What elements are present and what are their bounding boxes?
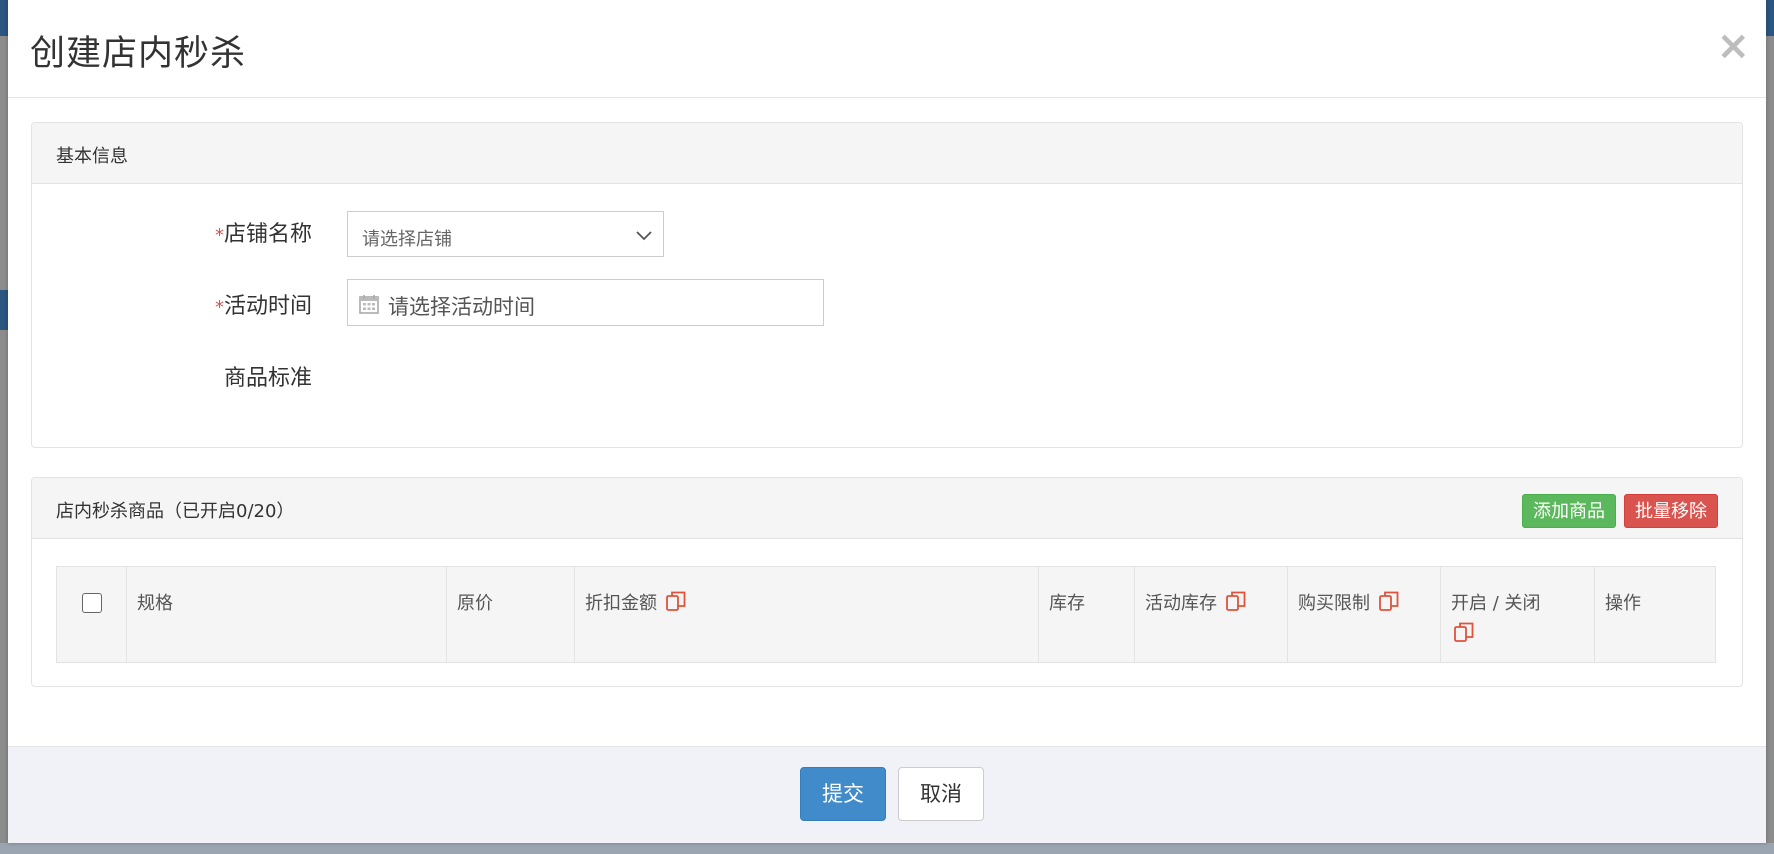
background-table-edge xyxy=(0,843,1774,854)
background-bar xyxy=(0,290,8,330)
basic-info-body: *店铺名称 请选择店铺 *活动时间 请选择活动时间 商品标准 xyxy=(32,183,1742,447)
column-spec: 规格 xyxy=(126,566,447,663)
add-goods-button[interactable]: 添加商品 xyxy=(1522,494,1616,528)
chevron-down-icon xyxy=(636,231,652,241)
cancel-button[interactable]: 取消 xyxy=(898,767,984,821)
basic-info-title: 基本信息 xyxy=(56,146,128,167)
goods-table-header-row: 规格 原价 折扣金额 库存 活动库存 购买限制 开启 / 关闭 操作 xyxy=(56,566,1716,663)
activity-time-placeholder: 请选择活动时间 xyxy=(388,295,535,319)
basic-info-panel: 基本信息 *店铺名称 请选择店铺 *活动时间 请选择活动时间 商品标准 xyxy=(31,122,1743,448)
modal-header: 创建店内秒杀 × xyxy=(8,0,1766,98)
required-mark: * xyxy=(214,297,224,318)
required-mark: * xyxy=(214,225,224,246)
standard-label: 商品标准 xyxy=(223,366,312,391)
column-toggle-label: 开启 / 关闭 xyxy=(1451,593,1541,614)
copy-icon[interactable] xyxy=(1378,590,1400,612)
column-toggle: 开启 / 关闭 xyxy=(1440,566,1595,663)
column-discount-amount-label: 折扣金额 xyxy=(585,593,657,614)
store-label-text: 店铺名称 xyxy=(223,222,312,247)
copy-icon[interactable] xyxy=(1453,621,1475,643)
copy-icon[interactable] xyxy=(665,590,687,612)
basic-info-panel-header: 基本信息 xyxy=(32,123,1742,184)
column-purchase-limit-label: 购买限制 xyxy=(1298,593,1370,614)
select-all-checkbox[interactable] xyxy=(82,593,102,613)
column-activity-stock-label: 活动库存 xyxy=(1145,593,1217,614)
column-purchase-limit: 购买限制 xyxy=(1287,566,1441,663)
copy-icon[interactable] xyxy=(1225,590,1247,612)
column-stock: 库存 xyxy=(1038,566,1135,663)
calendar-icon xyxy=(359,295,379,314)
column-original-price: 原价 xyxy=(446,566,575,663)
batch-remove-button[interactable]: 批量移除 xyxy=(1624,494,1718,528)
goods-table: 规格 原价 折扣金额 库存 活动库存 购买限制 开启 / 关闭 操作 xyxy=(56,566,1716,663)
activity-time-input[interactable]: 请选择活动时间 xyxy=(347,279,824,326)
close-icon[interactable]: × xyxy=(1716,26,1750,66)
time-label-text: 活动时间 xyxy=(223,294,312,319)
background-header-right xyxy=(1766,0,1774,36)
goods-panel-title: 店内秒杀商品（已开启0/20） xyxy=(56,501,295,522)
store-label: *店铺名称 xyxy=(32,216,312,248)
column-discount-amount: 折扣金额 xyxy=(574,566,1039,663)
column-activity-stock: 活动库存 xyxy=(1134,566,1288,663)
time-label: *活动时间 xyxy=(32,288,312,320)
modal-title: 创建店内秒杀 xyxy=(30,34,247,74)
background-header xyxy=(0,0,8,36)
submit-button[interactable]: 提交 xyxy=(800,767,886,821)
column-actions: 操作 xyxy=(1605,593,1641,614)
select-all-cell xyxy=(56,566,127,663)
create-flash-sale-modal: 创建店内秒杀 × 基本信息 *店铺名称 请选择店铺 *活动时间 请选择活动时间 … xyxy=(8,0,1766,843)
goods-panel-header: 店内秒杀商品（已开启0/20） 添加商品 批量移除 xyxy=(32,478,1742,539)
modal-footer: 提交 取消 xyxy=(8,746,1766,843)
flash-sale-goods-panel: 店内秒杀商品（已开启0/20） 添加商品 批量移除 规格 原价 折扣金额 库存 xyxy=(31,477,1743,687)
store-select-placeholder: 请选择店铺 xyxy=(362,229,452,250)
store-select[interactable]: 请选择店铺 xyxy=(347,211,664,257)
